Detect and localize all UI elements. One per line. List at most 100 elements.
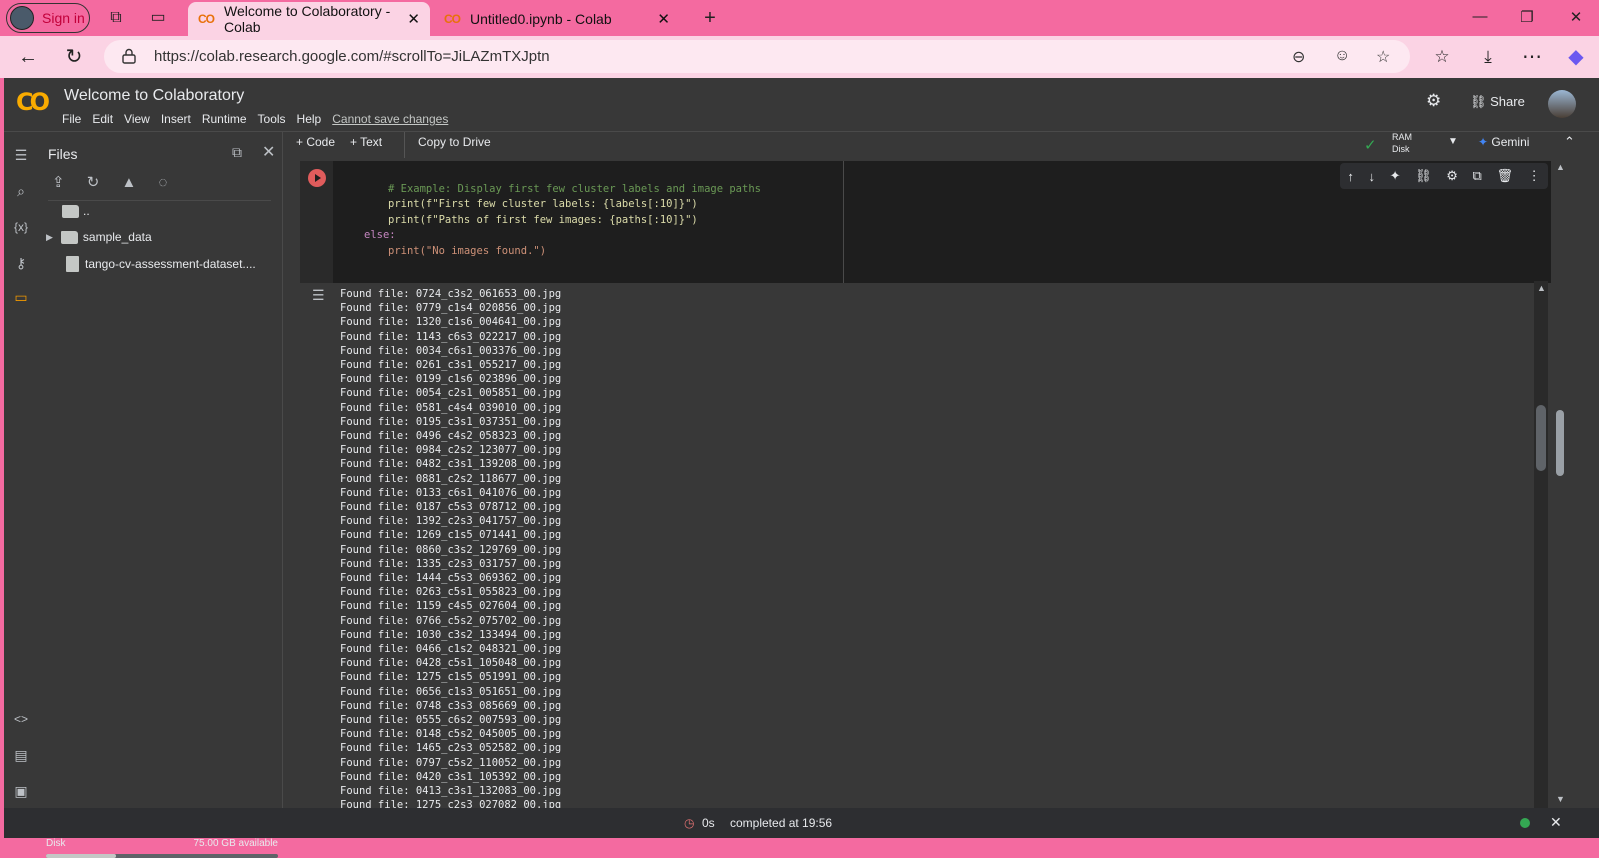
code-editor[interactable]: # Example: Display first few cluster lab… bbox=[364, 166, 761, 259]
close-window-icon[interactable]: ✕ bbox=[1566, 8, 1586, 26]
mirror-cell-icon[interactable]: ⧉ bbox=[1473, 168, 1482, 184]
add-text-button[interactable]: + Text bbox=[350, 135, 382, 149]
collapse-header-icon[interactable]: ⌃ bbox=[1564, 134, 1575, 150]
menu-bar: File Edit View Insert Runtime Tools Help… bbox=[62, 112, 459, 126]
favorite-star-icon[interactable]: ☆ bbox=[1376, 47, 1390, 67]
resource-monitor[interactable]: RAM Disk bbox=[1392, 131, 1412, 155]
mount-drive-icon[interactable]: ▲ bbox=[122, 174, 137, 191]
variables-icon[interactable]: {x} bbox=[12, 218, 30, 236]
refresh-icon[interactable]: ↻ bbox=[62, 46, 86, 68]
output-line: Found file: 1030_c3s2_133494_00.jpg bbox=[340, 628, 562, 641]
output-line: Found file: 0261_c3s1_055217_00.jpg bbox=[340, 359, 562, 371]
menu-file[interactable]: File bbox=[62, 112, 81, 126]
cannot-save-warning[interactable]: Cannot save changes bbox=[332, 112, 448, 126]
colab-logo[interactable]: CO bbox=[16, 88, 52, 116]
close-panel-icon[interactable]: ✕ bbox=[262, 142, 275, 162]
link-cell-icon[interactable]: ⛓ bbox=[1415, 168, 1432, 184]
menu-tools[interactable]: Tools bbox=[258, 112, 286, 126]
folder-icon bbox=[60, 230, 78, 244]
status-bar: ◷ 0s completed at 19:56 ✕ bbox=[4, 808, 1599, 838]
run-cell-icon[interactable] bbox=[308, 169, 326, 187]
output-line: Found file: 0413_c3s1_132083_00.jpg bbox=[340, 785, 562, 797]
user-avatar[interactable] bbox=[1548, 90, 1576, 118]
tab-actions-icon[interactable]: ▭ bbox=[148, 8, 168, 28]
page-scroll-down-icon[interactable]: ▼ bbox=[1556, 794, 1565, 804]
url-field[interactable]: https://colab.research.google.com/#scrol… bbox=[104, 40, 1410, 73]
output-line: Found file: 0748_c3s3_085669_00.jpg bbox=[340, 699, 562, 712]
upload-icon[interactable]: ⇪ bbox=[52, 174, 65, 191]
output-line: Found file: 0187_c5s3_078712_00.jpg bbox=[340, 501, 562, 513]
hide-files-icon[interactable]: ◌ bbox=[159, 174, 168, 191]
favorites-icon[interactable]: ☆ bbox=[1430, 46, 1454, 68]
terminal-icon[interactable]: ▣ bbox=[12, 782, 30, 800]
cell-settings-icon[interactable]: ⚙ bbox=[1446, 168, 1458, 184]
menu-view[interactable]: View bbox=[124, 112, 150, 126]
output-line: Found file: 0724_c3s2_061653_00.jpg bbox=[340, 288, 562, 300]
menu-insert[interactable]: Insert bbox=[161, 112, 191, 126]
scroll-up-icon[interactable]: ▲ bbox=[1537, 283, 1546, 293]
files-folder-icon[interactable]: ▭ bbox=[12, 288, 30, 306]
file-item-dataset[interactable]: tango-cv-assessment-dataset.... bbox=[66, 256, 256, 272]
output-actions-icon[interactable]: ☰ bbox=[312, 287, 325, 304]
reader-icon[interactable]: ☺ bbox=[1334, 47, 1350, 65]
tab-welcome[interactable]: CO Welcome to Colaboratory - Colab ✕ bbox=[188, 2, 430, 36]
close-tab-icon[interactable]: ✕ bbox=[407, 10, 420, 28]
zoom-icon[interactable]: ⊖ bbox=[1292, 47, 1305, 67]
lock-icon[interactable] bbox=[122, 48, 136, 64]
output-line: Found file: 1143_c6s3_022217_00.jpg bbox=[340, 330, 562, 343]
output-line: Found file: 0054_c2s1_005851_00.jpg bbox=[340, 387, 562, 400]
back-icon[interactable]: ← bbox=[16, 46, 40, 68]
restore-icon[interactable]: ❐ bbox=[1517, 8, 1537, 26]
colab-favicon-icon: CO bbox=[444, 12, 461, 26]
close-tab-icon[interactable]: ✕ bbox=[657, 10, 670, 28]
copilot-icon[interactable]: ◆ bbox=[1564, 46, 1588, 68]
menu-help[interactable]: Help bbox=[297, 112, 322, 126]
file-item-sample-data[interactable]: ▶ sample_data bbox=[46, 230, 152, 244]
expand-arrow-icon[interactable]: ▶ bbox=[46, 232, 53, 243]
copy-to-drive-button[interactable]: Copy to Drive bbox=[418, 135, 491, 149]
page-scrollbar[interactable]: ▲ ▼ bbox=[1554, 162, 1566, 812]
move-up-icon[interactable]: ↑ bbox=[1347, 169, 1354, 184]
refresh-files-icon[interactable]: ↻ bbox=[87, 174, 100, 191]
minimize-icon[interactable]: — bbox=[1470, 8, 1490, 25]
sign-in-button[interactable]: Sign in bbox=[6, 3, 90, 33]
file-label: .. bbox=[83, 204, 90, 218]
settings-gear-icon[interactable]: ⚙ bbox=[1426, 91, 1441, 111]
cell-toolbar: ↑ ↓ ✦ ⛓ ⚙ ⧉ 🗑 ⋮ bbox=[1340, 163, 1548, 189]
move-down-icon[interactable]: ↓ bbox=[1368, 169, 1375, 184]
close-status-icon[interactable]: ✕ bbox=[1550, 814, 1562, 831]
divider bbox=[404, 132, 405, 158]
menu-edit[interactable]: Edit bbox=[92, 112, 113, 126]
page-scroll-thumb[interactable] bbox=[1556, 410, 1564, 476]
menu-runtime[interactable]: Runtime bbox=[202, 112, 247, 126]
command-palette-icon[interactable]: ▤ bbox=[12, 746, 30, 764]
workspaces-icon[interactable]: ⧉ bbox=[106, 8, 126, 28]
divider bbox=[48, 200, 271, 201]
file-item-parent[interactable]: .. bbox=[62, 204, 90, 218]
output-scroll-thumb[interactable] bbox=[1536, 405, 1546, 471]
output-line: Found file: 0148_c5s2_045005_00.jpg bbox=[340, 728, 562, 741]
chevron-down-icon[interactable]: ▼ bbox=[1448, 136, 1458, 147]
downloads-icon[interactable]: ⤓ bbox=[1476, 46, 1500, 68]
output-line: Found file: 0860_c3s2_129769_00.jpg bbox=[340, 543, 562, 556]
more-options-icon[interactable]: ⋯ bbox=[1520, 46, 1544, 68]
notebook-title[interactable]: Welcome to Colaboratory bbox=[64, 87, 244, 105]
new-tab-icon[interactable]: + bbox=[700, 8, 720, 28]
clock-icon: ◷ bbox=[684, 816, 695, 830]
delete-cell-icon[interactable]: 🗑 bbox=[1496, 168, 1513, 184]
connected-check-icon[interactable]: ✓ bbox=[1364, 136, 1377, 154]
code-snippets-icon[interactable]: <> bbox=[12, 710, 30, 728]
output-line: Found file: 0881_c2s2_118677_00.jpg bbox=[340, 472, 562, 485]
secrets-key-icon[interactable]: ⚷ bbox=[12, 254, 30, 272]
gemini-button[interactable]: ✦ Gemini bbox=[1478, 135, 1529, 149]
gemini-cell-icon[interactable]: ✦ bbox=[1390, 168, 1401, 184]
tab-untitled[interactable]: CO Untitled0.ipynb - Colab ✕ bbox=[434, 2, 680, 36]
search-icon[interactable]: ⌕ bbox=[12, 182, 30, 200]
table-of-contents-icon[interactable]: ☰ bbox=[12, 146, 30, 164]
page-scroll-up-icon[interactable]: ▲ bbox=[1556, 162, 1565, 172]
add-code-button[interactable]: + Code bbox=[296, 135, 335, 149]
open-in-tab-icon[interactable]: ⧉ bbox=[232, 144, 242, 161]
output-scrollbar[interactable]: ▲ bbox=[1534, 281, 1548, 808]
share-button[interactable]: ⛓ Share bbox=[1470, 94, 1525, 110]
more-cell-icon[interactable]: ⋮ bbox=[1528, 168, 1541, 184]
